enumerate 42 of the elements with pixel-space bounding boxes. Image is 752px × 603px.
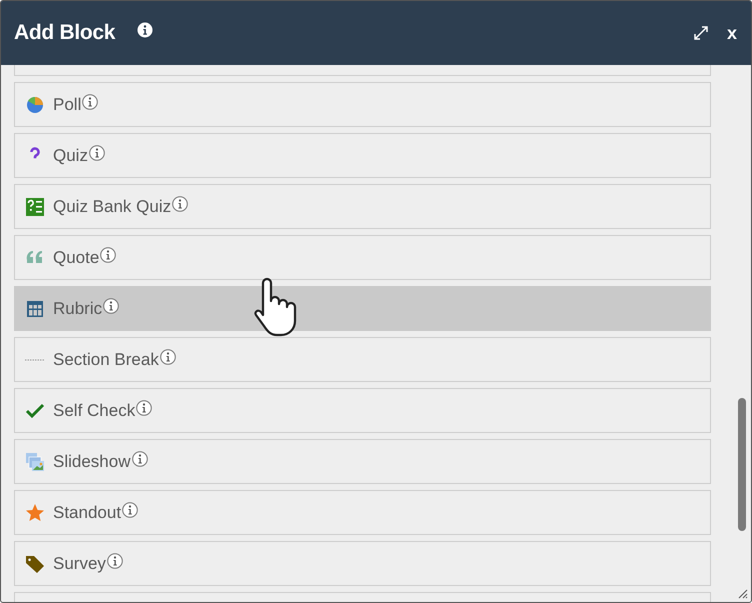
info-icon[interactable] (160, 348, 176, 364)
resize-grip-icon[interactable] (736, 587, 748, 599)
block-item[interactable]: Slideshow (14, 439, 711, 484)
info-icon[interactable] (100, 246, 116, 262)
block-label: Standout (53, 502, 122, 522)
pie-chart-icon (25, 94, 45, 114)
dashed-line-icon (25, 358, 45, 360)
slides-icon (25, 452, 45, 472)
block-item[interactable]: Section Break (14, 337, 711, 382)
expand-icon[interactable] (692, 25, 709, 41)
block-item[interactable]: Quiz (14, 133, 711, 178)
block-label: Slideshow (53, 452, 130, 472)
window-title: Add Block (14, 21, 116, 45)
block-item[interactable]: Self Check (14, 388, 711, 433)
block-label: Quiz Bank Quiz (53, 196, 172, 216)
info-icon[interactable] (103, 298, 120, 314)
info-icon[interactable] (88, 144, 105, 160)
info-icon[interactable] (136, 400, 152, 416)
star-icon (25, 502, 45, 522)
block-label: Quote (53, 248, 100, 268)
info-icon[interactable] (82, 94, 98, 110)
info-icon[interactable] (106, 552, 123, 568)
block-label: Rubric (53, 298, 102, 318)
block-label: Poll (53, 94, 82, 114)
info-icon[interactable] (137, 22, 154, 38)
block-label: Section Break (53, 350, 159, 370)
tag-icon (25, 554, 45, 574)
block-item[interactable]: Quote (14, 235, 711, 280)
scrollbar-thumb[interactable] (738, 398, 746, 531)
info-icon[interactable] (122, 502, 138, 518)
close-button[interactable]: x (726, 22, 737, 44)
block-label: Quiz (53, 146, 88, 166)
block-label: Self Check (53, 400, 136, 420)
block-item[interactable]: Poll (14, 82, 711, 127)
question-list-icon (25, 196, 45, 216)
block-item[interactable]: Quiz Bank Quiz (14, 184, 711, 229)
block-item[interactable]: Survey (14, 541, 711, 586)
block-label: Survey (53, 554, 106, 574)
info-icon[interactable] (172, 196, 188, 212)
block-item[interactable]: Standout (14, 490, 711, 535)
info-icon[interactable] (132, 450, 148, 466)
table-icon (25, 298, 45, 318)
